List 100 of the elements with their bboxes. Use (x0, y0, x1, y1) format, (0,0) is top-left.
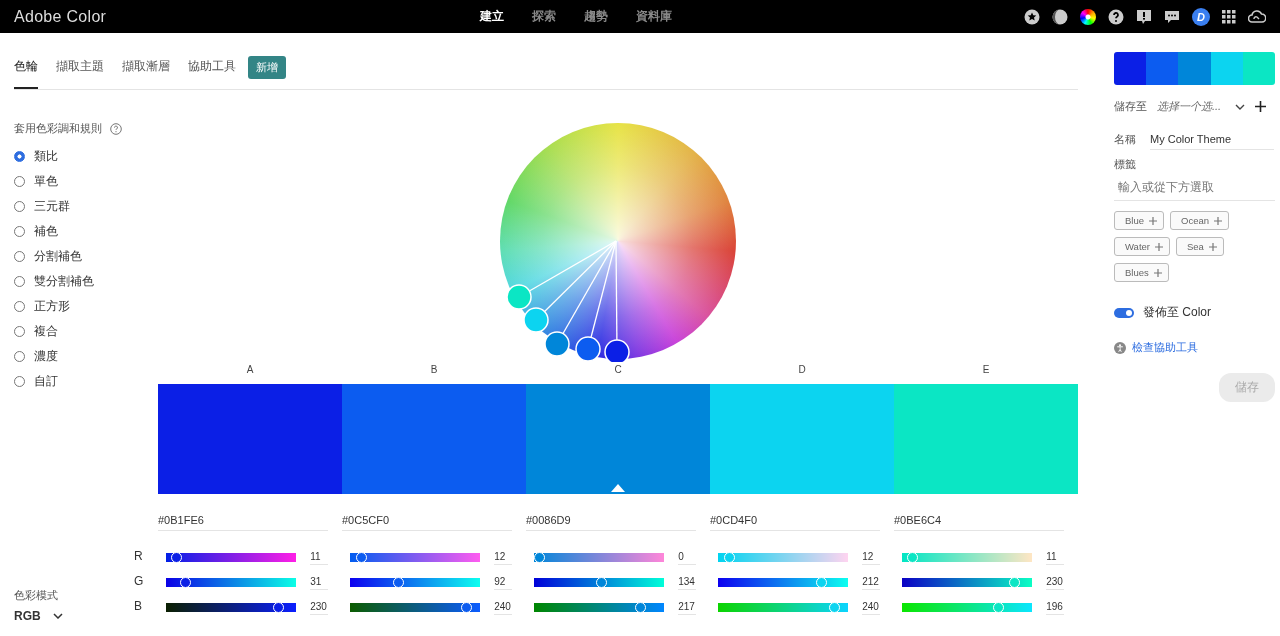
hex-field[interactable]: #0C5CF0 (342, 514, 512, 531)
channel-value-field[interactable]: 12 (494, 550, 512, 565)
channel-value-field[interactable]: 92 (494, 575, 512, 590)
channel-value-field[interactable]: 0 (678, 550, 696, 565)
tag-chip[interactable]: Water (1114, 237, 1170, 256)
slider-track[interactable] (350, 601, 481, 614)
tab[interactable]: 擷取主題 (56, 58, 104, 89)
radio-label[interactable]: 複合 (34, 323, 58, 340)
channel-value-field[interactable]: 230 (1046, 575, 1064, 590)
tag-chip[interactable]: Blues (1114, 263, 1169, 282)
hex-field[interactable]: #0BE6C4 (894, 514, 1064, 531)
radio-label[interactable]: 單色 (34, 173, 58, 190)
chat-icon[interactable] (1164, 8, 1180, 25)
slider-track[interactable] (902, 576, 1033, 589)
slider-track[interactable] (534, 551, 665, 564)
hex-field[interactable]: #0CD4F0 (710, 514, 880, 531)
channel-value-field[interactable]: 12 (862, 550, 880, 565)
slider-thumb[interactable] (816, 576, 828, 588)
slider-thumb[interactable] (907, 551, 919, 563)
app-title[interactable]: Adobe Color (14, 7, 107, 26)
slider-thumb[interactable] (180, 576, 192, 588)
toggle-switch[interactable] (1114, 307, 1134, 318)
channel-value-field[interactable]: 11 (1046, 550, 1064, 565)
slider-thumb[interactable] (392, 576, 404, 588)
radio-label[interactable]: 雙分割補色 (34, 273, 94, 290)
slider-track[interactable] (718, 551, 849, 564)
plus-icon[interactable] (1153, 268, 1162, 277)
tab[interactable]: 協助工具 (188, 58, 236, 89)
hex-field[interactable]: #0086D9 (526, 514, 696, 531)
radio-label[interactable]: 類比 (34, 148, 58, 165)
tag-chip[interactable]: Blue (1114, 211, 1164, 230)
slider-thumb[interactable] (171, 551, 183, 563)
user-avatar[interactable]: D (1192, 7, 1210, 26)
channel-value-field[interactable]: 240 (494, 600, 512, 615)
nav-tab[interactable]: 探索 (532, 8, 556, 25)
channel-value-field[interactable]: 196 (1046, 600, 1064, 615)
slider-track[interactable] (166, 551, 297, 564)
color-swatch[interactable] (342, 384, 526, 494)
tab[interactable]: 擷取漸層 (122, 58, 170, 89)
radio-label[interactable]: 補色 (34, 223, 58, 240)
slider-track[interactable] (718, 576, 849, 589)
slider-track[interactable] (902, 551, 1033, 564)
channel-value-field[interactable]: 31 (310, 575, 328, 590)
accessibility-link[interactable]: 檢查協助工具 (1132, 341, 1198, 355)
slider-track[interactable] (350, 576, 481, 589)
slider-thumb[interactable] (992, 601, 1004, 613)
slider-thumb[interactable] (829, 601, 841, 613)
radio-label[interactable]: 三元群 (34, 198, 70, 215)
slider-thumb[interactable] (596, 576, 608, 588)
cloud-icon[interactable] (1248, 8, 1266, 25)
slider-thumb[interactable] (534, 551, 545, 563)
radio-label[interactable]: 濃度 (34, 348, 58, 365)
slider-track[interactable] (166, 576, 297, 589)
nav-tab[interactable]: 趨勢 (584, 8, 608, 25)
tag-chip[interactable]: Ocean (1170, 211, 1229, 230)
slider-thumb[interactable] (723, 551, 735, 563)
contrast-icon[interactable] (1052, 8, 1068, 25)
slider-thumb[interactable] (634, 601, 646, 613)
plus-icon[interactable] (1149, 216, 1157, 225)
channel-value-field[interactable]: 240 (862, 600, 880, 615)
slider-track[interactable] (902, 601, 1033, 614)
radio-label[interactable]: 正方形 (34, 298, 70, 315)
plus-icon[interactable] (1208, 242, 1217, 251)
radio-button[interactable] (14, 151, 25, 162)
nav-tab[interactable]: 資料庫 (636, 8, 672, 25)
slider-thumb[interactable] (355, 551, 367, 563)
slider-track[interactable] (534, 601, 665, 614)
radio-label[interactable]: 自訂 (34, 373, 58, 390)
nav-tab[interactable]: 建立 (480, 8, 504, 25)
channel-value-field[interactable]: 134 (678, 575, 696, 590)
slider-thumb[interactable] (1008, 576, 1020, 588)
slider-track[interactable] (166, 601, 297, 614)
library-select[interactable]: 选择一个选... (1157, 99, 1246, 114)
tag-chip[interactable]: Sea (1176, 237, 1224, 256)
chevron-down-icon[interactable] (1235, 103, 1246, 110)
channel-value-field[interactable]: 230 (310, 600, 328, 615)
radio-label[interactable]: 分割補色 (34, 248, 82, 265)
color-swatch[interactable] (526, 384, 710, 494)
hex-field[interactable]: #0B1FE6 (158, 514, 328, 531)
tab[interactable]: 色輪 (14, 58, 38, 89)
color-mode-select[interactable]: RGB (14, 609, 63, 623)
channel-value-field[interactable]: 217 (678, 600, 696, 615)
add-icon[interactable] (1255, 101, 1267, 112)
channel-value-field[interactable]: 212 (862, 575, 880, 590)
feedback-icon[interactable] (1136, 8, 1152, 25)
slider-track[interactable] (718, 601, 849, 614)
slider-thumb[interactable] (272, 601, 284, 613)
color-wheel-icon[interactable] (1080, 8, 1096, 25)
slider-thumb[interactable] (461, 601, 473, 613)
apps-grid-icon[interactable] (1222, 9, 1236, 24)
color-swatch[interactable] (710, 384, 894, 494)
plus-icon[interactable] (1214, 216, 1222, 225)
new-button[interactable]: 新增 (248, 56, 286, 79)
channel-value-field[interactable]: 11 (310, 550, 328, 565)
color-swatch[interactable] (894, 384, 1078, 494)
chevron-down-icon[interactable] (52, 613, 63, 619)
help-icon[interactable] (1108, 8, 1124, 25)
slider-track[interactable] (534, 576, 665, 589)
plus-icon[interactable] (1155, 242, 1163, 251)
slider-track[interactable] (350, 551, 481, 564)
